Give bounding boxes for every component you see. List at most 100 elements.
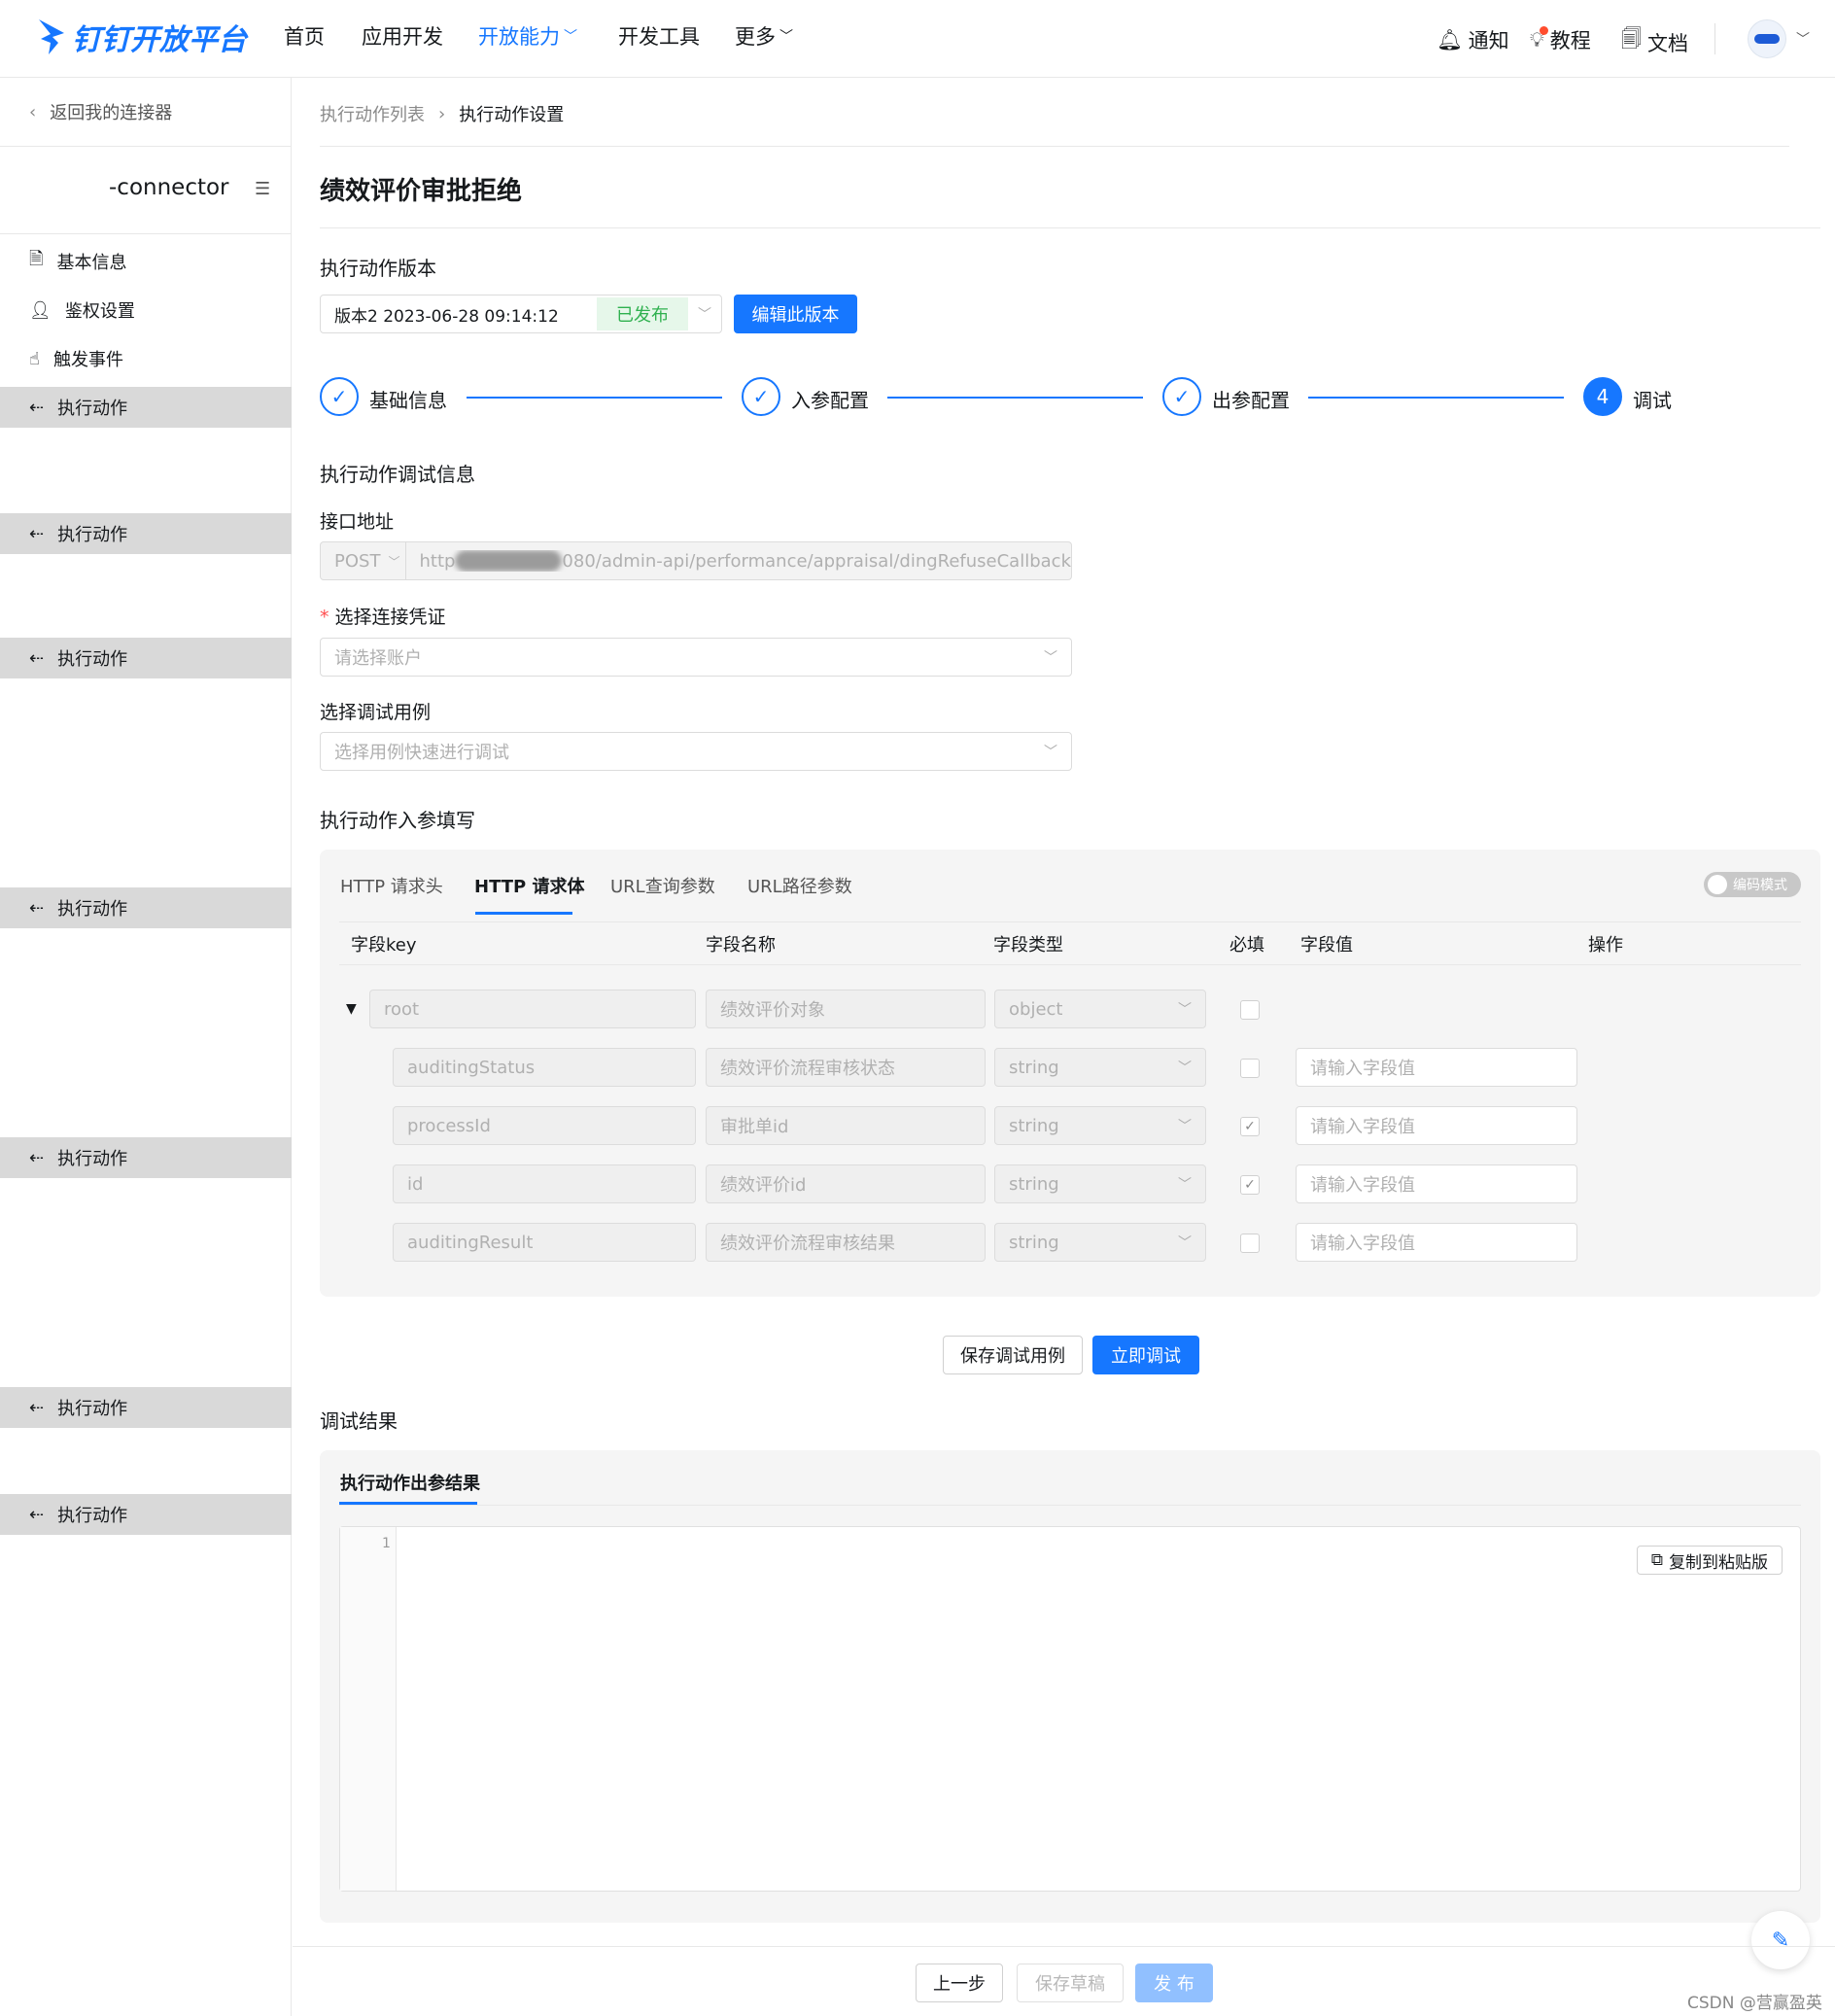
nav-open-capability[interactable]: 开放能力 ﹀ [478,21,577,51]
line-gutter [340,1527,397,1891]
column-header-key: 字段key [351,935,417,956]
version-value: 版本2 2023-06-28 09:14:12 [334,306,559,327]
code-mode-toggle[interactable]: 编码模式 [1704,872,1801,897]
row-type-select: string ﹀ [994,1164,1206,1203]
required-asterisk: * [320,607,335,628]
divider [0,233,292,234]
row-value-input[interactable]: 请输入字段值 [1296,1164,1577,1203]
row-required-checkbox [1240,1059,1260,1078]
edit-version-button[interactable]: 编辑此版本 [734,295,857,333]
version-select[interactable]: 版本2 2023-06-28 09:14:12 已发布 ﹀ [320,295,722,333]
divider [339,921,1801,922]
copy-to-clipboard-button[interactable]: ⧉ 复制到粘贴版 [1637,1546,1783,1575]
tutorial-button[interactable]: 💡︎ 教程 [1530,25,1591,54]
nav-more[interactable]: 更多 ﹀ [735,21,793,51]
tutorial-label: 教程 [1549,29,1591,52]
nav-dev-tools[interactable]: 开发工具 [618,21,700,51]
sidebar-item-action[interactable]: ⇠ 执行动作 [0,1387,292,1428]
sidebar-item-basic-info[interactable]: 🗎︎ 基本信息 [0,241,292,282]
step-connector [887,397,1143,399]
footer-divider [293,1946,1835,1947]
magic-wand-icon[interactable]: ✎ [1751,1911,1810,1969]
tab-http-header[interactable]: HTTP 请求头 [340,873,443,898]
params-title: 执行动作入参填写 [320,809,475,832]
row-type-select: string ﹀ [994,1223,1206,1262]
url-text: http 080/admin-api/performance/appraisal… [406,550,1071,572]
api-label: 接口地址 [320,511,395,533]
user-menu[interactable]: ﹀ [1748,19,1810,58]
row-value-input[interactable]: 请输入字段值 [1296,1223,1577,1262]
chevron-down-icon: ﹀ [1178,1177,1192,1193]
share-icon: ⇠ [29,647,45,669]
notification-button[interactable]: 🔔︎ 通知 [1437,25,1509,54]
prev-step-button[interactable]: 上一步 [916,1964,1003,2002]
sidebar-item-action[interactable]: ⇠ 执行动作 [0,513,292,554]
divider [339,964,1801,965]
back-to-connectors[interactable]: ‹ 返回我的连接器 [29,99,172,124]
share-icon: ⇠ [29,897,45,919]
url-suffix: 080/admin-api/performance/appraisal/ding… [562,550,1071,572]
tab-http-body[interactable]: HTTP 请求体 [474,873,585,898]
row-type-value: string [1009,1057,1059,1078]
method-value: POST [334,550,381,572]
divider [320,146,1789,147]
tab-url-query[interactable]: URL查询参数 [610,873,715,898]
sidebar-item-action[interactable]: ⇠ 执行动作 [0,887,292,928]
step-1-label: 基础信息 [369,389,447,412]
root-type-select: object ﹀ [994,990,1206,1028]
chevron-down-icon: ﹀ [1178,1002,1192,1018]
divider [0,146,292,147]
step-2-check-icon: ✓ [742,377,780,416]
sidebar-item-label: 基本信息 [56,253,127,273]
save-test-case-button[interactable]: 保存调试用例 [943,1336,1083,1374]
sidebar-item-trigger[interactable]: ☝︎ 触发事件 [0,338,292,379]
api-url-field: POST ﹀ http 080/admin-api/performance/app… [320,541,1072,580]
code-editor[interactable] [339,1526,1801,1892]
case-select[interactable]: 选择用例快速进行调试 ﹀ [320,732,1072,771]
row-value-input[interactable]: 请输入字段值 [1296,1048,1577,1087]
row-value-input[interactable]: 请输入字段值 [1296,1106,1577,1145]
breadcrumb-current: 执行动作设置 [459,105,565,125]
result-title: 调试结果 [320,1409,398,1433]
nav-home[interactable]: 首页 [284,21,325,51]
sidebar-item-action[interactable]: ⇠ 执行动作 [0,1137,292,1178]
save-draft-button[interactable]: 保存草稿 [1017,1964,1124,2002]
row-name-field: 绩效评价流程审核状态 [706,1048,986,1087]
tab-url-path[interactable]: URL路径参数 [747,873,852,898]
sidebar-item-action[interactable]: ⇠ 执行动作 [0,1494,292,1535]
lightbulb-icon: 💡︎ [1530,25,1548,52]
nav-more-label: 更多 [735,25,776,49]
chevron-down-icon: ﹀ [698,307,711,323]
nav-app-dev[interactable]: 应用开发 [362,21,443,51]
breadcrumb-parent[interactable]: 执行动作列表 [320,101,425,126]
column-header-required: 必填 [1229,935,1264,956]
step-2-label: 入参配置 [791,389,869,412]
collapse-menu-icon[interactable]: ☰ [255,179,270,199]
sidebar-item-action[interactable]: ⇠ 执行动作 [0,638,292,678]
publish-button[interactable]: 发 布 [1135,1964,1213,2002]
share-icon: ⇠ [29,1147,45,1168]
case-label: 选择调试用例 [320,702,432,723]
row-key-field: id [393,1164,696,1203]
docs-button[interactable]: 🗐︎ 文档 [1621,25,1688,59]
step-4-label: 调试 [1633,389,1672,412]
run-test-button[interactable]: 立即调试 [1092,1336,1199,1374]
step-connector [1308,397,1564,399]
back-label: 返回我的连接器 [50,103,173,123]
debug-section-title: 执行动作调试信息 [320,463,475,486]
dingtalk-logo[interactable]: 钉钉开放平台 [37,14,247,60]
redacted-host [455,550,563,572]
breadcrumb: 执行动作列表 › 执行动作设置 [320,101,564,126]
sidebar-item-actions[interactable]: ⇠ 执行动作 [0,387,292,428]
version-label: 执行动作版本 [320,257,436,280]
step-3-check-icon: ✓ [1162,377,1201,416]
root-type-value: object [1009,998,1063,1020]
page-title: 绩效评价审批拒绝 [320,177,523,206]
tab-output-result[interactable]: 执行动作出参结果 [340,1470,480,1495]
document-icon: 🗐︎ [1621,27,1642,51]
credential-select[interactable]: 请选择账户 ﹀ [320,638,1072,677]
sidebar-item-label: 执行动作 [57,399,128,419]
sidebar-item-auth[interactable]: 👤︎ 鉴权设置 [0,290,292,330]
caret-down-icon[interactable]: ▼ [346,1001,357,1017]
row-required-checkbox-checked: ✓ [1240,1175,1260,1195]
